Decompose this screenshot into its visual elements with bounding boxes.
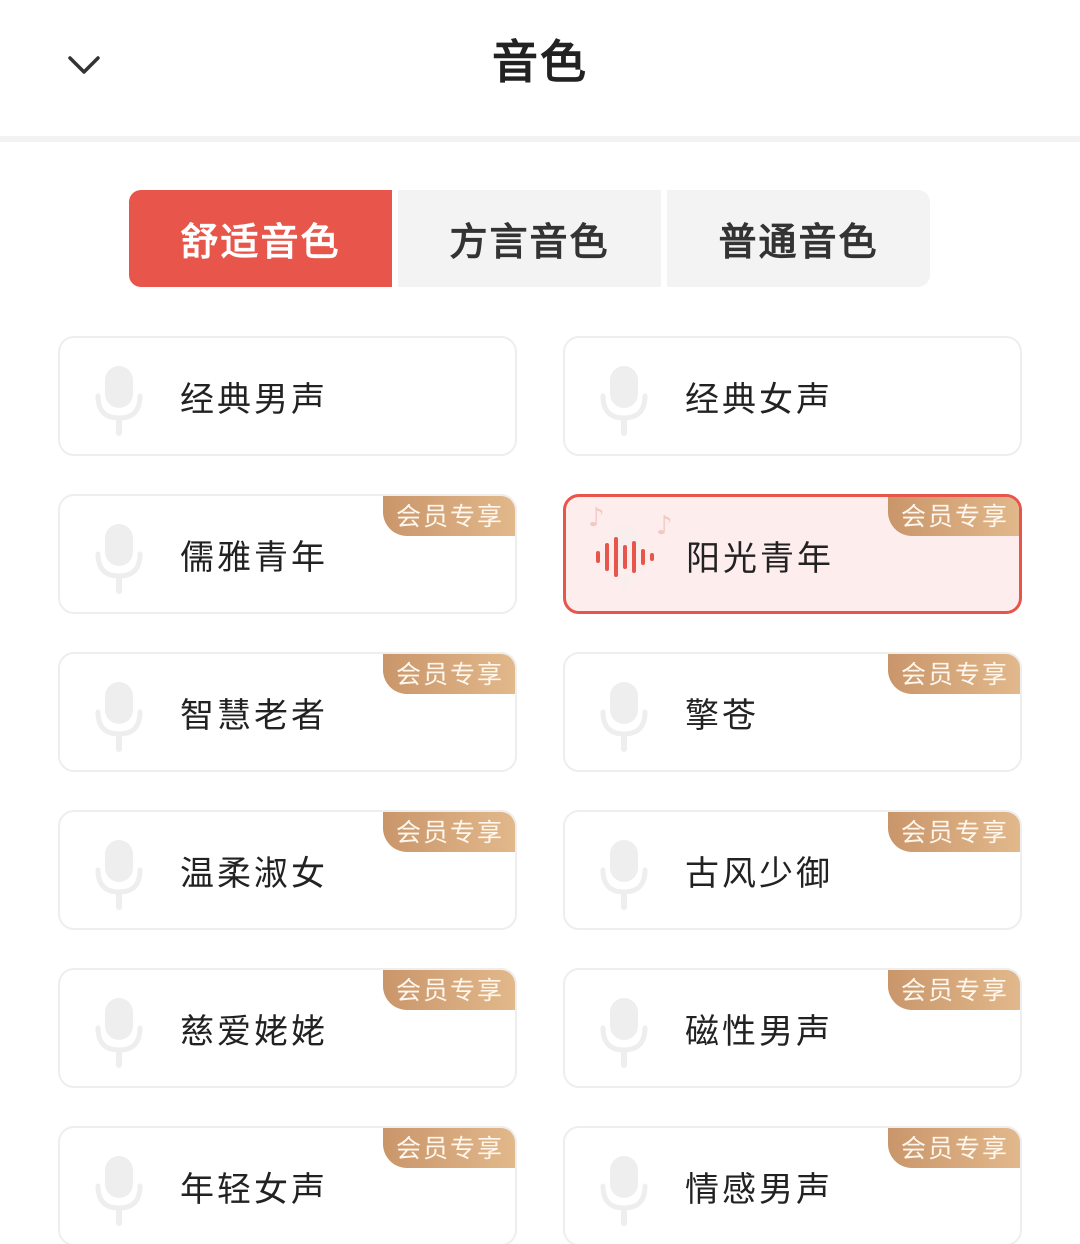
voice-card[interactable]: 温柔淑女 会员专享 (58, 810, 517, 930)
voice-name: 温柔淑女 (180, 853, 328, 894)
page-title: 音色 (492, 35, 588, 89)
voice-name: 年轻女声 (180, 1169, 328, 1210)
voice-name: 慈爱姥姥 (180, 1011, 328, 1052)
member-exclusive-badge: 会员专享 (888, 654, 1020, 694)
microphone-icon (599, 364, 649, 438)
music-note-icon: ♪ (656, 511, 673, 541)
voice-name: 情感男声 (685, 1169, 833, 1210)
voice-grid: 经典男声 经典女声 儒雅青年 会员专享 ♪ ♪ 阳光青年 会员专享 智慧老者 会员专享 擎苍 会员专享… (58, 336, 1022, 1244)
tab-comfort-voices[interactable]: 舒适音色 (129, 190, 392, 287)
microphone-icon (599, 680, 649, 754)
microphone-icon (599, 1154, 649, 1228)
microphone-icon (94, 838, 144, 912)
voice-card[interactable]: 年轻女声 会员专享 (58, 1126, 517, 1244)
microphone-icon (599, 996, 649, 1070)
microphone-icon (94, 364, 144, 438)
voice-name: 古风少御 (685, 853, 833, 894)
voice-name: 经典女声 (685, 379, 833, 420)
voice-card[interactable]: 经典男声 (58, 336, 517, 456)
member-exclusive-badge: 会员专享 (383, 1128, 515, 1168)
voice-card[interactable]: 慈爱姥姥 会员专享 (58, 968, 517, 1088)
member-exclusive-badge: 会员专享 (383, 496, 515, 536)
microphone-icon (94, 522, 144, 596)
voice-name: 经典男声 (180, 379, 328, 420)
voice-category-tabs: 舒适音色 方言音色 普通音色 (129, 190, 930, 287)
voice-name: 智慧老者 (180, 695, 328, 736)
member-exclusive-badge: 会员专享 (888, 497, 1019, 536)
voice-card[interactable]: ♪ ♪ 阳光青年 会员专享 (563, 494, 1022, 614)
tab-standard-voices[interactable]: 普通音色 (667, 190, 930, 287)
voice-card[interactable]: 磁性男声 会员专享 (563, 968, 1022, 1088)
member-exclusive-badge: 会员专享 (888, 970, 1020, 1010)
voice-card[interactable]: 情感男声 会员专享 (563, 1126, 1022, 1244)
voice-name: 磁性男声 (685, 1011, 833, 1052)
member-exclusive-badge: 会员专享 (888, 812, 1020, 852)
music-note-icon: ♪ (588, 503, 605, 533)
sheet-header: 音色 (0, 0, 1080, 142)
tab-dialect-voices[interactable]: 方言音色 (398, 190, 661, 287)
voice-name: 擎苍 (685, 695, 759, 736)
member-exclusive-badge: 会员专享 (888, 1128, 1020, 1168)
sound-wave-icon (594, 537, 656, 577)
microphone-icon (94, 1154, 144, 1228)
voice-name: 儒雅青年 (180, 537, 328, 578)
member-exclusive-badge: 会员专享 (383, 812, 515, 852)
voice-card[interactable]: 经典女声 (563, 336, 1022, 456)
voice-card[interactable]: 智慧老者 会员专享 (58, 652, 517, 772)
voice-sheet: 音色 舒适音色 方言音色 普通音色 经典男声 经典女声 儒雅青年 会员专享 ♪ ♪ 阳光青年… (0, 0, 1080, 1244)
member-exclusive-badge: 会员专享 (383, 970, 515, 1010)
voice-name: 阳光青年 (686, 538, 834, 579)
voice-card[interactable]: 古风少御 会员专享 (563, 810, 1022, 930)
voice-card[interactable]: 擎苍 会员专享 (563, 652, 1022, 772)
microphone-icon (94, 996, 144, 1070)
voice-card[interactable]: 儒雅青年 会员专享 (58, 494, 517, 614)
microphone-icon (94, 680, 144, 754)
member-exclusive-badge: 会员专享 (383, 654, 515, 694)
microphone-icon (599, 838, 649, 912)
